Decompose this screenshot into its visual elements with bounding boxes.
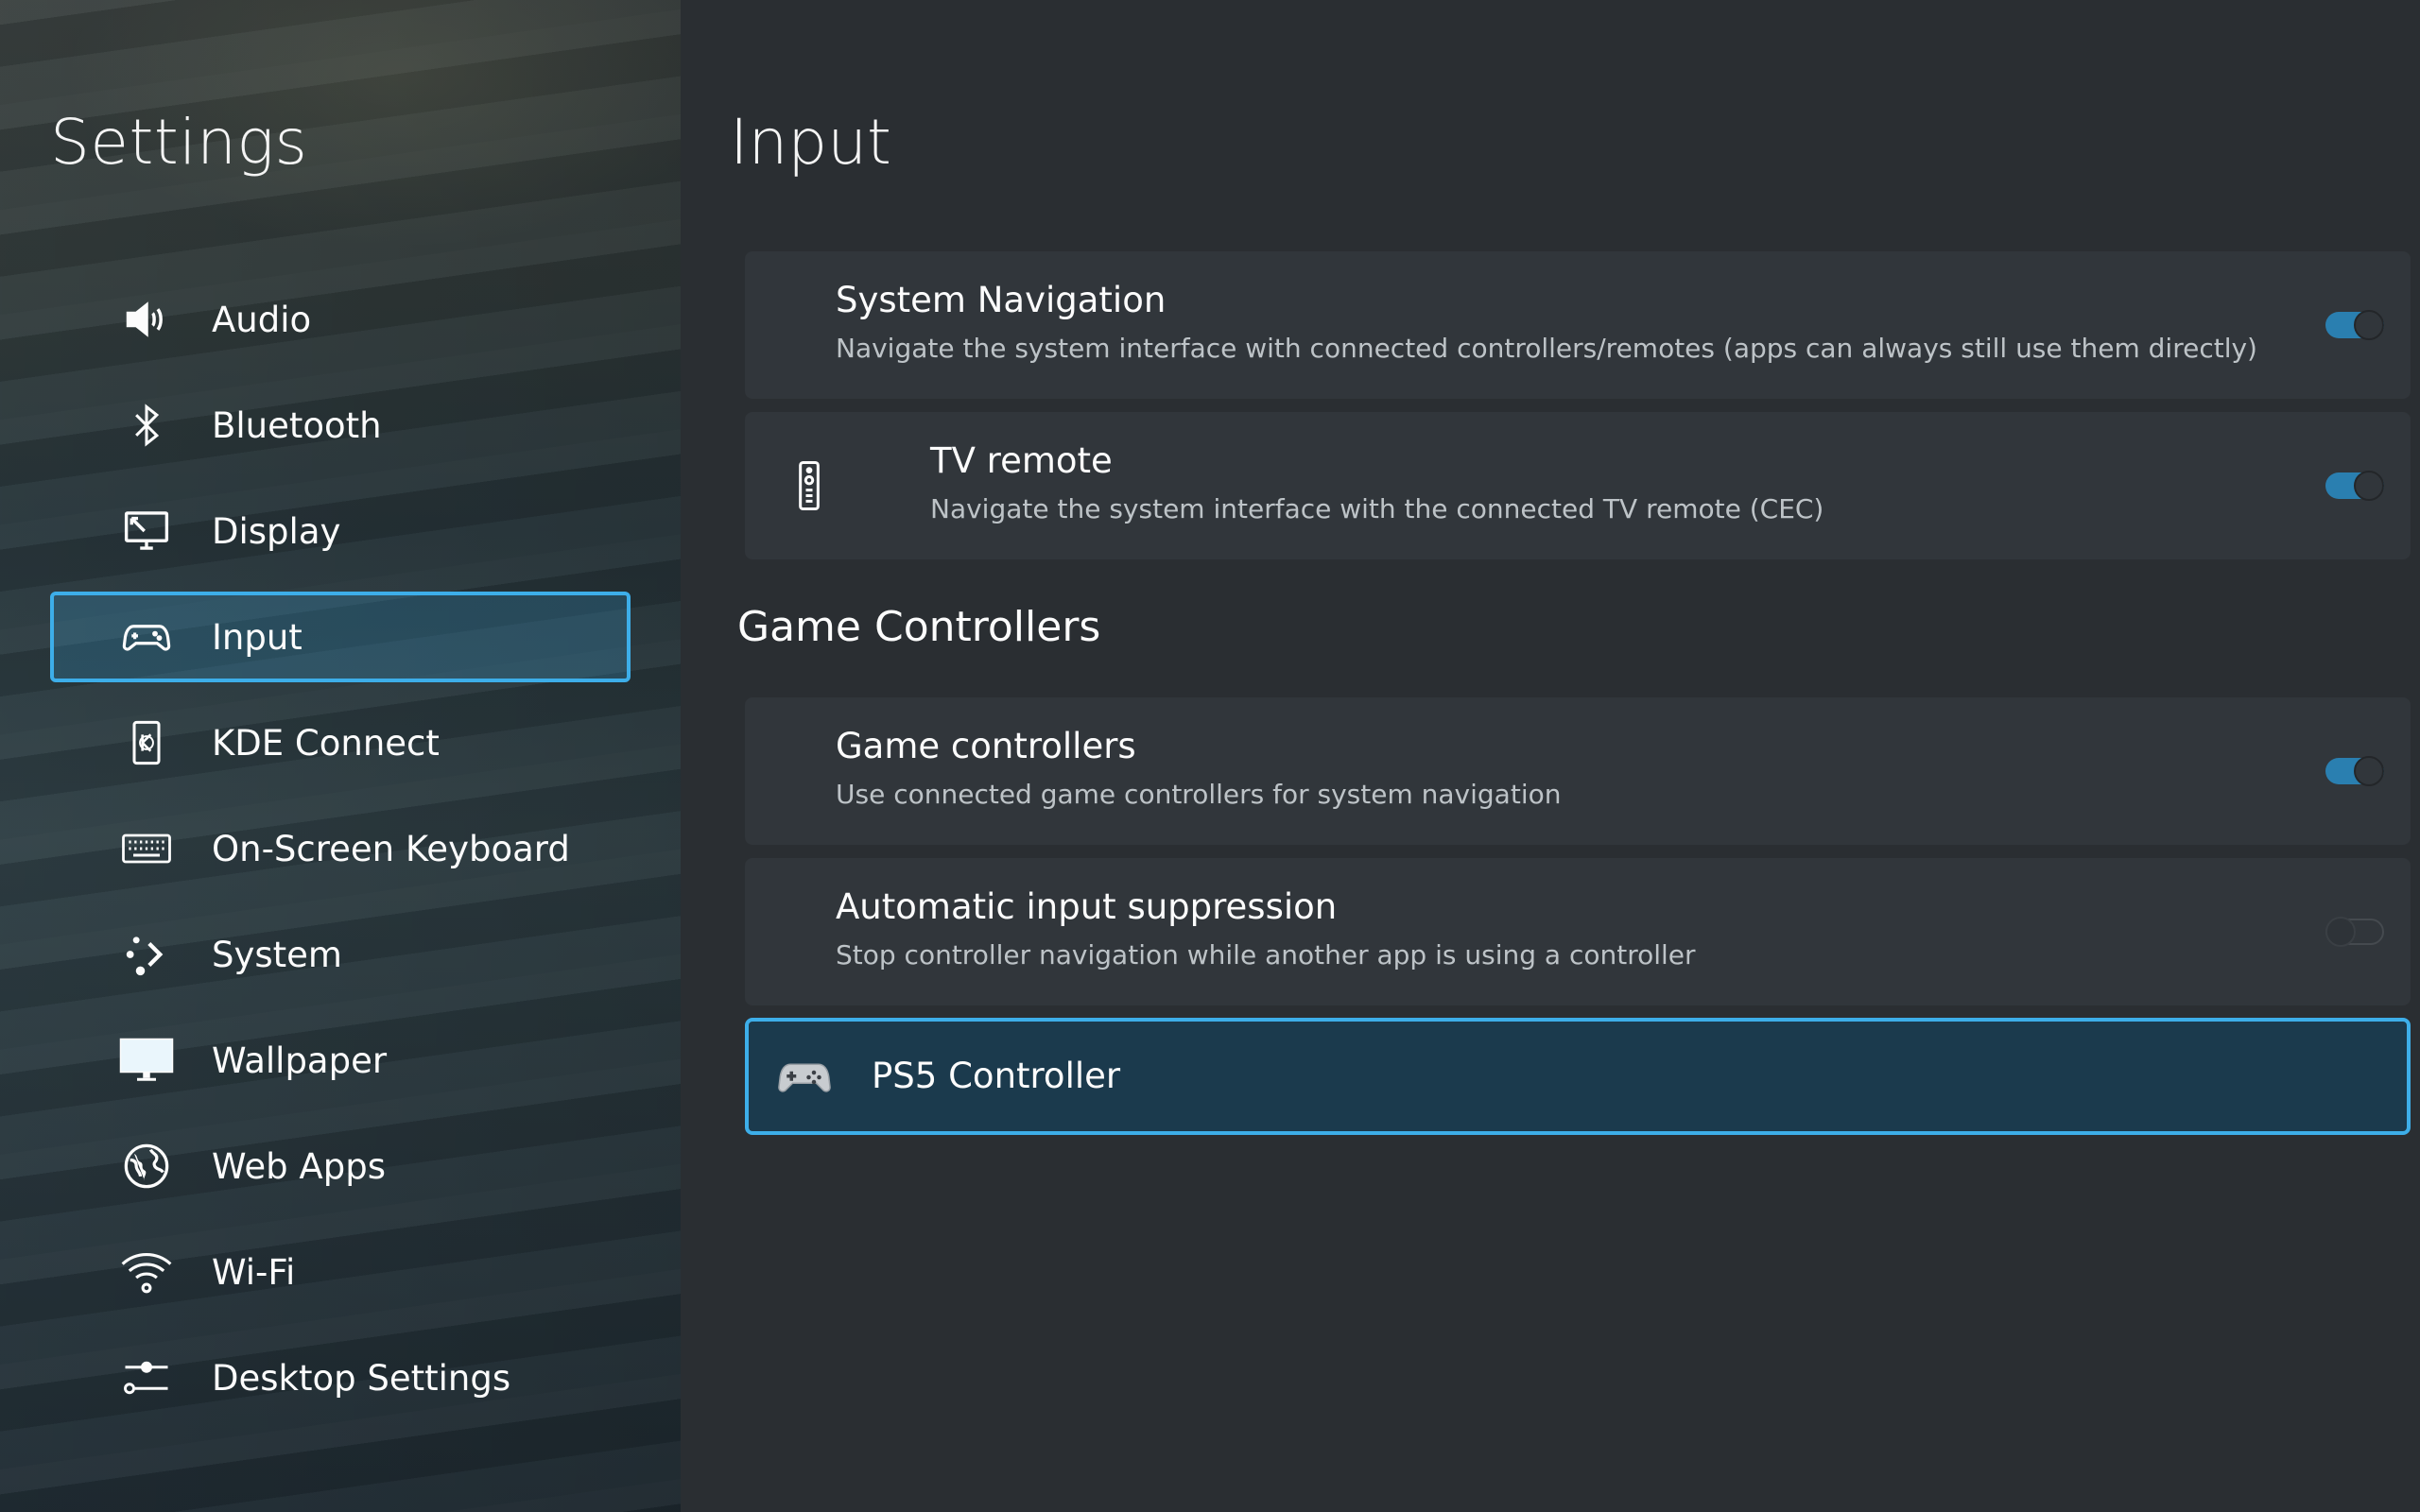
sidebar: Settings Audio Bluetooth Display Input K…	[0, 0, 681, 1512]
sidebar-item-web-apps[interactable]: Web Apps	[50, 1121, 631, 1211]
keyboard-icon	[118, 820, 175, 877]
sidebar-item-desktop-settings[interactable]: Desktop Settings	[50, 1332, 631, 1423]
sidebar-item-label: KDE Connect	[212, 722, 440, 764]
sidebar-item-label: Display	[212, 510, 341, 552]
sidebar-item-input[interactable]: Input	[50, 592, 631, 682]
sidebar-item-wallpaper[interactable]: Wallpaper	[50, 1015, 631, 1106]
sidebar-item-label: Wallpaper	[212, 1040, 388, 1081]
system-navigation-card[interactable]: System Navigation Navigate the system in…	[745, 251, 2411, 399]
speaker-icon	[118, 291, 175, 348]
kde-connect-icon	[118, 714, 175, 771]
wifi-icon	[118, 1244, 175, 1300]
ps5-controller-title: PS5 Controller	[872, 1056, 1121, 1096]
gamepad-icon	[118, 609, 175, 665]
tv-remote-description: Navigate the system interface with the c…	[930, 493, 1824, 524]
input-suppression-description: Stop controller navigation while another…	[836, 939, 1696, 971]
game-controllers-toggle[interactable]	[2325, 756, 2384, 786]
input-suppression-toggle[interactable]	[2325, 917, 2384, 947]
sliders-icon	[118, 1349, 175, 1406]
ps5-controller-item[interactable]: PS5 Controller	[745, 1018, 2411, 1135]
game-controllers-heading: Game Controllers	[737, 603, 1101, 651]
tv-remote-title: TV remote	[930, 440, 1113, 481]
sidebar-item-label: Audio	[212, 299, 312, 340]
bluetooth-icon	[118, 397, 175, 454]
sidebar-title: Settings	[50, 106, 308, 179]
sidebar-item-wi-fi[interactable]: Wi-Fi	[50, 1227, 631, 1317]
sidebar-item-display[interactable]: Display	[50, 486, 631, 576]
system-icon	[118, 926, 175, 983]
sidebar-item-label: Desktop Settings	[212, 1357, 511, 1399]
display-icon	[118, 503, 175, 559]
main-content: Input System Navigation Navigate the sys…	[681, 0, 2420, 1512]
input-suppression-title: Automatic input suppression	[836, 886, 1338, 927]
sidebar-item-label: Bluetooth	[212, 404, 382, 446]
sidebar-item-bluetooth[interactable]: Bluetooth	[50, 380, 631, 471]
sidebar-nav: Audio Bluetooth Display Input KDE Connec…	[50, 274, 631, 1438]
game-controllers-title: Game controllers	[836, 726, 1136, 766]
game-controllers-description: Use connected game controllers for syste…	[836, 779, 1562, 810]
sidebar-item-label: On-Screen Keyboard	[212, 828, 570, 869]
sidebar-item-on-screen-keyboard[interactable]: On-Screen Keyboard	[50, 803, 631, 894]
sidebar-item-label: Wi-Fi	[212, 1251, 296, 1293]
system-navigation-title: System Navigation	[836, 280, 1167, 320]
system-navigation-description: Navigate the system interface with conne…	[836, 333, 2257, 364]
sidebar-item-label: System	[212, 934, 342, 975]
gamepad-device-icon	[775, 1048, 834, 1107]
sidebar-item-system[interactable]: System	[50, 909, 631, 1000]
tv-remote-toggle[interactable]	[2325, 471, 2384, 501]
remote-icon	[781, 457, 838, 514]
game-controllers-card[interactable]: Game controllers Use connected game cont…	[745, 697, 2411, 845]
sidebar-item-label: Web Apps	[212, 1145, 386, 1187]
sidebar-item-audio[interactable]: Audio	[50, 274, 631, 365]
sidebar-item-kde-connect[interactable]: KDE Connect	[50, 697, 631, 788]
input-suppression-card[interactable]: Automatic input suppression Stop control…	[745, 858, 2411, 1005]
page-title: Input	[730, 106, 891, 179]
tv-remote-card[interactable]: TV remote Navigate the system interface …	[745, 412, 2411, 559]
system-navigation-toggle[interactable]	[2325, 310, 2384, 340]
wallpaper-icon	[118, 1032, 175, 1089]
globe-icon	[118, 1138, 175, 1194]
sidebar-item-label: Input	[212, 616, 302, 658]
